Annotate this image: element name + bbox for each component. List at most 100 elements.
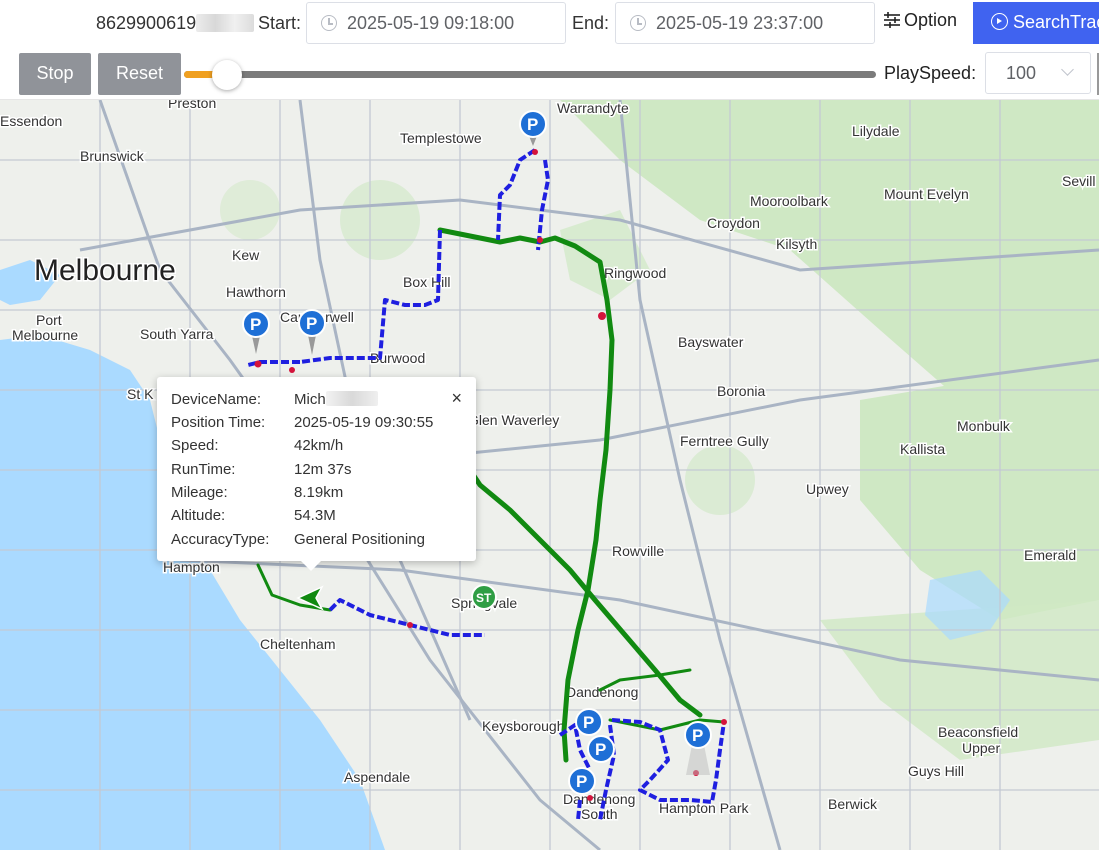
info-row-position-time: Position Time: 2025-05-19 09:30:55 bbox=[171, 414, 433, 434]
stop-button[interactable]: Stop bbox=[19, 53, 91, 95]
parking-marker[interactable]: P bbox=[587, 735, 615, 763]
reset-button[interactable]: Reset bbox=[98, 53, 181, 95]
label-seville: Sevill bbox=[1062, 173, 1095, 189]
label-mount-evelyn: Mount Evelyn bbox=[884, 186, 969, 202]
label-kallista: Kallista bbox=[900, 441, 945, 457]
info-key: Position Time: bbox=[171, 414, 266, 431]
info-value: Mich bbox=[294, 391, 326, 408]
label-aspendale: Aspendale bbox=[344, 769, 410, 785]
label-warrandyte: Warrandyte bbox=[557, 100, 629, 116]
playspeed-select[interactable]: 100 bbox=[985, 52, 1091, 94]
clock-icon bbox=[630, 15, 646, 31]
label-emerald: Emerald bbox=[1024, 547, 1076, 563]
svg-text:P: P bbox=[576, 772, 587, 791]
playspeed-value: 100 bbox=[1006, 63, 1037, 83]
label-cheltenham: Cheltenham bbox=[260, 636, 336, 652]
label-preston: Preston bbox=[168, 100, 216, 111]
svg-text:P: P bbox=[527, 115, 538, 134]
info-value: General Positioning bbox=[294, 531, 425, 548]
label-st-kilda: St K bbox=[127, 386, 154, 402]
label-bayswater: Bayswater bbox=[678, 334, 744, 350]
info-row-mileage: Mileage: 8.19km bbox=[171, 484, 343, 504]
label-essendon: Essendon bbox=[0, 113, 62, 129]
label-ringwood: Ringwood bbox=[604, 265, 666, 281]
device-id: 8629900619 bbox=[96, 13, 255, 34]
playback-toolbar: 8629900619 Start: 2025-05-19 09:18:00 En… bbox=[0, 0, 1099, 100]
label-templestowe: Templestowe bbox=[400, 130, 482, 146]
search-track-label: SearchTrack bbox=[1013, 12, 1099, 32]
play-circle-icon bbox=[991, 13, 1008, 30]
label-hampton: Hampton bbox=[163, 559, 220, 575]
info-key: DeviceName: bbox=[171, 391, 262, 408]
label-lilydale: Lilydale bbox=[852, 123, 900, 139]
info-key: AccuracyType: bbox=[171, 531, 270, 548]
info-row-device-name: DeviceName: Mich bbox=[171, 391, 378, 411]
label-guys-hill: Guys Hill bbox=[908, 763, 964, 779]
info-key: Speed: bbox=[171, 437, 219, 454]
label-kilsyth: Kilsyth bbox=[776, 236, 817, 252]
info-value: 8.19km bbox=[294, 484, 344, 501]
chevron-down-icon bbox=[1061, 63, 1074, 76]
label-glen-waverley: Glen Waverley bbox=[468, 412, 559, 428]
playspeed-label: PlaySpeed: bbox=[884, 63, 977, 83]
info-key: RunTime: bbox=[171, 461, 236, 478]
option-button[interactable]: Option bbox=[883, 10, 957, 36]
close-icon[interactable]: × bbox=[451, 389, 462, 407]
device-id-text: 8629900619 bbox=[96, 13, 197, 33]
label-monbulk: Monbulk bbox=[957, 418, 1011, 434]
svg-text:P: P bbox=[583, 713, 594, 732]
label-beaconsfield-2: Upper bbox=[962, 740, 1000, 756]
option-label: Option bbox=[904, 10, 958, 30]
end-time-input[interactable]: 2025-05-19 23:37:00 bbox=[615, 2, 875, 44]
clock-icon bbox=[321, 15, 337, 31]
end-label: End: bbox=[572, 13, 610, 33]
label-rowville: Rowville bbox=[612, 543, 664, 559]
info-row-runtime: RunTime: 12m 37s bbox=[171, 461, 352, 481]
info-value: 12m 37s bbox=[294, 461, 352, 478]
label-melbourne: Melbourne bbox=[34, 254, 176, 287]
label-beaconsfield-1: Beaconsfield bbox=[938, 724, 1018, 740]
svg-text:P: P bbox=[692, 726, 703, 745]
search-track-button[interactable]: SearchTrack bbox=[973, 2, 1099, 44]
info-row-altitude: Altitude: 54.3M bbox=[171, 507, 336, 527]
svg-text:ST: ST bbox=[476, 591, 492, 605]
start-time-input[interactable]: 2025-05-19 09:18:00 bbox=[306, 2, 566, 44]
info-value: 2025-05-19 09:30:55 bbox=[294, 414, 434, 431]
info-row-speed: Speed: 42km/h bbox=[171, 437, 343, 457]
info-value: 54.3M bbox=[294, 507, 336, 524]
label-upwey: Upwey bbox=[806, 481, 849, 497]
end-time-value: 2025-05-19 23:37:00 bbox=[656, 13, 824, 33]
redacted-block bbox=[325, 391, 378, 406]
svg-text:P: P bbox=[250, 315, 261, 334]
label-port: Port bbox=[36, 312, 62, 328]
info-value: 42km/h bbox=[294, 437, 344, 454]
parking-marker[interactable]: P bbox=[568, 767, 596, 795]
label-port-melbourne-2: Melbourne bbox=[12, 327, 78, 343]
parking-marker[interactable]: P bbox=[575, 708, 603, 736]
label-keysborough: Keysborough bbox=[482, 718, 565, 734]
redacted-block bbox=[196, 14, 255, 32]
start-label: Start: bbox=[258, 13, 302, 33]
label-dandenong: Dandenong bbox=[566, 684, 638, 700]
info-row-accuracy-type: AccuracyType: General Positioning bbox=[171, 531, 425, 551]
label-box-hill: Box Hill bbox=[403, 274, 450, 290]
track-playback-app: Melbourne Preston Essendon Brunswick Tem… bbox=[0, 0, 1099, 850]
label-croydon: Croydon bbox=[707, 215, 760, 231]
playback-progress-slider[interactable] bbox=[184, 71, 876, 78]
station-icon: ST bbox=[471, 584, 497, 610]
label-berwick: Berwick bbox=[828, 796, 878, 812]
label-kew: Kew bbox=[232, 247, 260, 263]
start-time-value: 2025-05-19 09:18:00 bbox=[347, 13, 515, 33]
label-hawthorn: Hawthorn bbox=[226, 284, 286, 300]
sliders-icon bbox=[884, 12, 900, 28]
label-south-yarra: South Yarra bbox=[140, 326, 214, 342]
label-boronia: Boronia bbox=[717, 383, 765, 399]
label-mooroolbark: Mooroolbark bbox=[750, 193, 829, 209]
info-key: Mileage: bbox=[171, 484, 228, 501]
playback-slider-handle[interactable] bbox=[212, 60, 242, 90]
label-ferntree-gully: Ferntree Gully bbox=[680, 433, 769, 449]
label-burwood: Burwood bbox=[370, 350, 425, 366]
info-key: Altitude: bbox=[171, 507, 226, 524]
label-dandenong-south-1: Dandenong bbox=[563, 791, 635, 807]
device-info-popup: × DeviceName: Mich Position Time: 2025-05-… bbox=[157, 377, 476, 571]
